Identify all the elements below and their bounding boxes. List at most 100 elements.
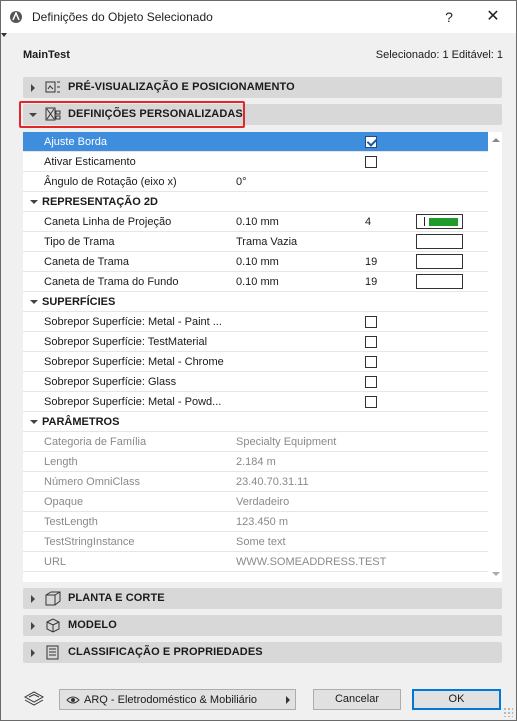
pen-number[interactable]: 19 (365, 276, 377, 288)
window-title: Definições do Objeto Selecionado (32, 10, 213, 24)
list-row-surface-2[interactable]: Sobrepor Superfície: TestMaterial (23, 332, 488, 352)
group-parametros[interactable]: PARÂMETROS (23, 412, 488, 432)
collapse-arrow-icon (30, 420, 38, 424)
list-row-tipo-trama[interactable]: Tipo de Trama Trama Vazia (23, 232, 488, 252)
pen-fill (429, 218, 458, 226)
list-scrollbar[interactable] (488, 132, 502, 582)
scroll-down-arrow-icon[interactable] (492, 572, 500, 576)
surface-checkbox[interactable] (365, 376, 377, 388)
list-row-caneta-linha[interactable]: Caneta Linha de Projeção 0.10 mm 4 (23, 212, 488, 232)
cancel-button[interactable]: Cancelar (313, 689, 401, 710)
list-row-param-7: URL WWW.SOMEADDRESS.TEST (23, 552, 488, 572)
corner-marker (1, 33, 7, 37)
surface-checkbox[interactable] (365, 316, 377, 328)
surface-checkbox[interactable] (365, 336, 377, 348)
row-value[interactable]: 0.10 mm (236, 276, 279, 288)
collapse-arrow-icon (30, 300, 38, 304)
list-row-caneta-trama[interactable]: Caneta de Trama 0.10 mm 19 (23, 252, 488, 272)
layer-selector[interactable]: ARQ - Eletrodoméstico & Mobiliário (59, 689, 296, 710)
row-label: Opaque (44, 496, 84, 508)
list-row-ativar-esticamento[interactable]: Ativar Esticamento (23, 152, 488, 172)
help-button[interactable]: ? (439, 7, 459, 27)
highlight-frame (19, 101, 245, 128)
group-label: SUPERFÍCIES (42, 296, 116, 308)
list-row-surface-3[interactable]: Sobrepor Superfície: Metal - Chrome (23, 352, 488, 372)
section-label: PRÉ-VISUALIZAÇÃO E POSICIONAMENTO (68, 81, 295, 93)
object-header: MainTest Selecionado: 1 Editável: 1 (23, 49, 503, 63)
row-value: WWW.SOMEADDRESS.TEST (236, 556, 387, 568)
expand-arrow-icon (31, 84, 35, 92)
surface-checkbox[interactable] (365, 396, 377, 408)
fill-pattern-swatch[interactable] (416, 234, 463, 249)
row-value[interactable]: Trama Vazia (236, 236, 297, 248)
row-label: Ajuste Borda (44, 136, 107, 148)
section-model[interactable]: MODELO (23, 615, 502, 636)
list-row-ajuste-borda[interactable]: Ajuste Borda (23, 132, 488, 152)
list-row-param-5: TestLength 123.450 m (23, 512, 488, 532)
list-row-caneta-fundo[interactable]: Caneta de Trama do Fundo 0.10 mm 19 (23, 272, 488, 292)
surface-checkbox[interactable] (365, 356, 377, 368)
row-label: Sobrepor Superfície: Metal - Chrome (44, 356, 224, 368)
row-value: Some text (236, 536, 286, 548)
list-row-param-1: Categoria de Família Specialty Equipment (23, 432, 488, 452)
row-label: Sobrepor Superfície: Metal - Paint ... (44, 316, 222, 328)
ok-button[interactable]: OK (412, 689, 501, 710)
row-label: Caneta de Trama (44, 256, 129, 268)
row-label: Caneta de Trama do Fundo (44, 276, 179, 288)
collapse-arrow-icon (30, 200, 38, 204)
section-floor-plan[interactable]: PLANTA E CORTE (23, 588, 502, 609)
archicad-app-icon (10, 11, 22, 23)
scroll-up-arrow-icon[interactable] (492, 138, 500, 142)
row-value: 23.40.70.31.11 (236, 476, 309, 488)
list-row-surface-5[interactable]: Sobrepor Superfície: Metal - Powd... (23, 392, 488, 412)
ajuste-borda-checkbox[interactable] (365, 136, 377, 148)
list-row-surface-4[interactable]: Sobrepor Superfície: Glass (23, 372, 488, 392)
group-representacao-2d[interactable]: REPRESENTAÇÃO 2D (23, 192, 488, 212)
pen-color-swatch[interactable] (416, 274, 463, 289)
list-row-param-2: Length 2.184 m (23, 452, 488, 472)
row-label: Sobrepor Superfície: Glass (44, 376, 177, 388)
list-row-param-6: TestStringInstance Some text (23, 532, 488, 552)
group-superficies[interactable]: SUPERFÍCIES (23, 292, 488, 312)
dialog-footer: ARQ - Eletrodoméstico & Mobiliário Cance… (1, 679, 516, 720)
row-label: TestStringInstance (44, 536, 135, 548)
close-button[interactable]: ✕ (481, 7, 505, 27)
group-label: PARÂMETROS (42, 416, 120, 428)
pen-color-swatch[interactable] (416, 214, 463, 229)
row-value: Verdadeiro (236, 496, 290, 508)
pen-number[interactable]: 19 (365, 256, 377, 268)
group-label: REPRESENTAÇÃO 2D (42, 196, 158, 208)
row-label: Categoria de Família (44, 436, 147, 448)
row-label: Sobrepor Superfície: TestMaterial (44, 336, 208, 348)
pen-tick (424, 217, 425, 226)
section-label: PLANTA E CORTE (68, 592, 165, 604)
row-value: Specialty Equipment (236, 436, 337, 448)
section-classification[interactable]: CLASSIFICAÇÃO E PROPRIEDADES (23, 642, 502, 663)
list-row-surface-1[interactable]: Sobrepor Superfície: Metal - Paint ... (23, 312, 488, 332)
submenu-arrow-icon (286, 696, 290, 704)
list-row-param-4: Opaque Verdadeiro (23, 492, 488, 512)
list-row-param-3: Número OmniClass 23.40.70.31.11 (23, 472, 488, 492)
row-label: URL (44, 556, 67, 568)
pen-number[interactable]: 4 (365, 216, 371, 228)
row-value: 123.450 m (236, 516, 288, 528)
property-list[interactable]: Ajuste Borda Ativar Esticamento Ângulo d… (23, 132, 502, 582)
row-label: Length (44, 456, 78, 468)
classification-list-icon (46, 645, 59, 660)
section-preview[interactable]: PRÉ-VISUALIZAÇÃO E POSICIONAMENTO (23, 77, 502, 98)
library-part-icon[interactable] (23, 689, 45, 707)
model-cube-icon (46, 618, 60, 633)
resize-grip[interactable] (503, 707, 513, 717)
row-value[interactable]: 0° (236, 176, 247, 188)
list-row-angulo[interactable]: Ângulo de Rotação (eixo x) 0° (23, 172, 488, 192)
ativar-esticamento-checkbox[interactable] (365, 156, 377, 168)
row-value: 2.184 m (236, 456, 276, 468)
pen-color-swatch[interactable] (416, 254, 463, 269)
row-label: Sobrepor Superfície: Metal - Powd... (44, 396, 222, 408)
row-value[interactable]: 0.10 mm (236, 216, 279, 228)
title-bar: Definições do Objeto Selecionado ? ✕ (1, 1, 516, 33)
row-label: TestLength (44, 516, 98, 528)
eye-icon (66, 696, 80, 704)
row-value[interactable]: 0.10 mm (236, 256, 279, 268)
expand-arrow-icon (31, 595, 35, 603)
